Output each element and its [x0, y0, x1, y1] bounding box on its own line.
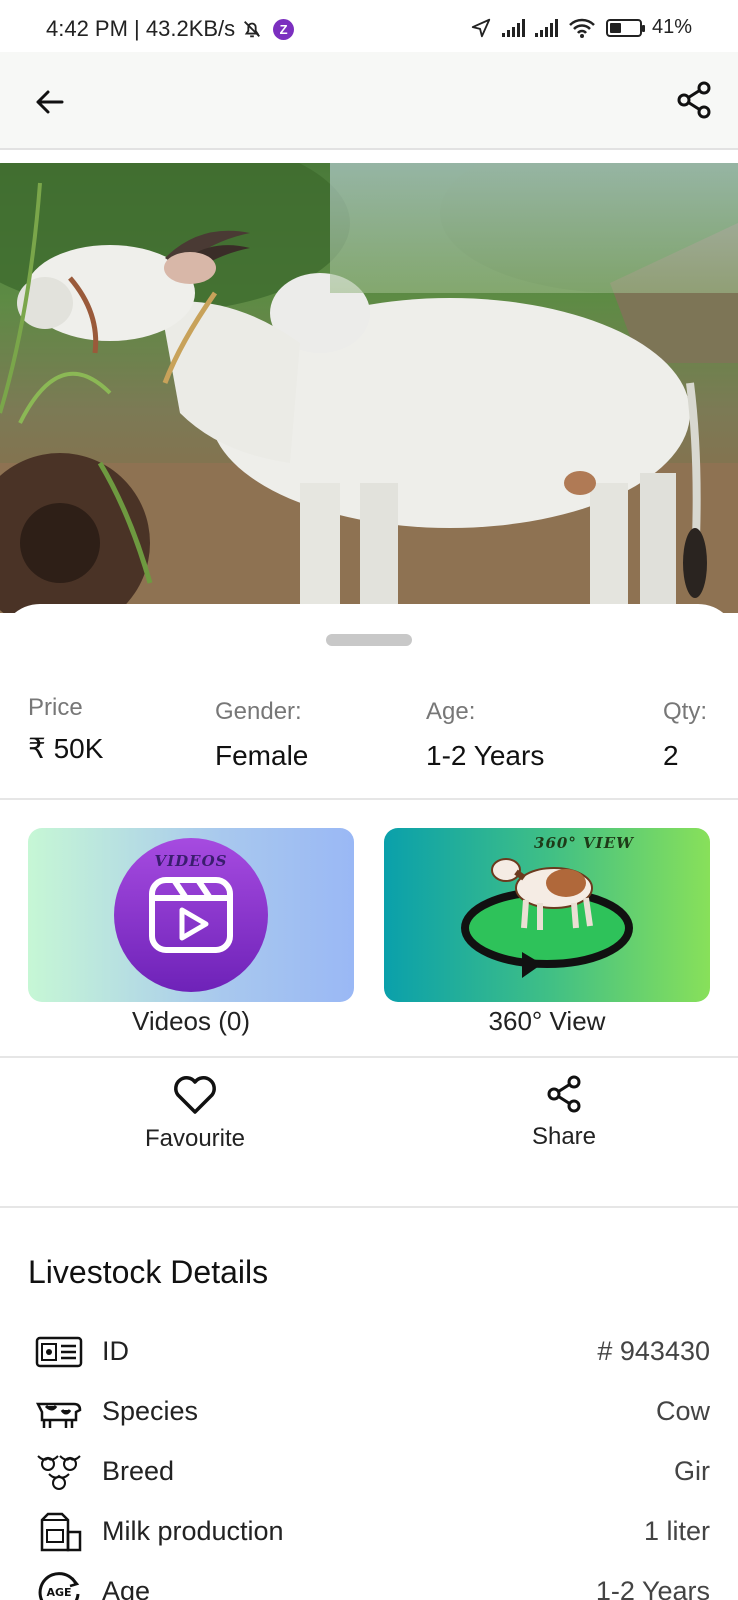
divider-2 — [0, 1056, 738, 1058]
status-bar: 4:42 PM | 43.2KB/s Z 41% — [0, 0, 738, 56]
signal-icon-2 — [534, 18, 558, 37]
detail-row-id: ID # 943430 — [0, 1326, 738, 1376]
view360-label[interactable]: 360° View — [384, 1006, 710, 1037]
videos-card-text: VIDEOS — [154, 852, 228, 870]
wifi-icon — [569, 18, 595, 38]
age-value: 1-2 Years — [426, 740, 545, 771]
view360-card-text: 360° VIEW — [534, 834, 634, 852]
price-label: Price — [28, 694, 83, 721]
gender-value: Female — [215, 740, 309, 771]
mute-bell-icon — [244, 21, 261, 38]
location-icon — [471, 18, 491, 37]
qty-label: Qty: — [663, 698, 708, 725]
detail-row-species: Species Cow — [0, 1386, 738, 1436]
gender-stat: Gender: Female — [215, 698, 308, 772]
age-stat: Age: 1-2 Years — [426, 698, 544, 772]
favourite-label: Favourite — [144, 1125, 246, 1152]
age-label: Age: — [426, 698, 476, 725]
share-icon — [677, 81, 711, 119]
cattle-heads-icon — [37, 1455, 81, 1490]
detail-key-age: Age — [102, 1576, 151, 1600]
details-sheet: Price ₹ 50K Gender: Female Age: 1-2 Year… — [0, 604, 738, 1600]
detail-value-milk: 1 liter — [643, 1516, 710, 1546]
view360-card[interactable]: 360° VIEW — [384, 828, 710, 1002]
detail-value-age: 1-2 Years — [595, 1576, 710, 1600]
summary-stats: Price ₹ 50K Gender: Female Age: 1-2 Year… — [0, 694, 738, 804]
signal-icon-1 — [501, 18, 525, 37]
price-stat: Price ₹ 50K — [28, 694, 103, 765]
qty-stat: Qty: 2 — [663, 698, 707, 772]
back-button[interactable] — [30, 82, 70, 122]
detail-key-milk: Milk production — [102, 1516, 284, 1546]
qty-value: 2 — [663, 740, 679, 771]
share-button[interactable]: Share — [464, 1074, 664, 1151]
favourite-button[interactable]: Favourite — [95, 1074, 295, 1153]
status-right: 41% — [470, 16, 692, 39]
gender-label: Gender: — [215, 698, 302, 725]
status-time-speed: 4:42 PM | 43.2KB/s — [46, 16, 236, 41]
status-left: 4:42 PM | 43.2KB/s Z — [46, 16, 295, 42]
share-icon — [547, 1075, 581, 1113]
videos-label[interactable]: Videos (0) — [28, 1006, 354, 1037]
divider-1 — [0, 798, 738, 800]
z-app-icon: Z — [273, 18, 295, 40]
milk-carton-icon — [40, 1512, 82, 1552]
battery-text: 41% — [651, 16, 692, 38]
battery-icon — [605, 18, 645, 37]
detail-value-id: # 943430 — [597, 1336, 710, 1366]
detail-row-milk: Milk production 1 liter — [0, 1506, 738, 1556]
detail-value-breed: Gir — [674, 1456, 710, 1486]
svg-text:AGE: AGE — [46, 1586, 71, 1599]
detail-value-species: Cow — [655, 1396, 710, 1426]
price-value: ₹ 50K — [28, 733, 104, 764]
details-title: Livestock Details — [28, 1254, 269, 1290]
videos-card[interactable]: VIDEOS — [28, 828, 354, 1002]
detail-key-species: Species — [102, 1396, 199, 1426]
divider-3 — [0, 1206, 738, 1208]
id-card-icon — [35, 1336, 83, 1368]
detail-key-id: ID — [102, 1336, 129, 1366]
detail-key-breed: Breed — [102, 1456, 175, 1486]
livestock-photo[interactable] — [0, 163, 738, 613]
cow-icon — [35, 1402, 82, 1428]
detail-row-breed: Breed Gir — [0, 1446, 738, 1496]
drag-handle[interactable] — [326, 634, 412, 646]
heart-icon — [174, 1076, 216, 1114]
detail-row-age: AGE Age 1-2 Years — [0, 1566, 738, 1600]
share-button-top[interactable] — [674, 80, 714, 120]
photo-sky — [330, 163, 738, 293]
back-arrow-icon — [36, 90, 64, 114]
share-label: Share — [531, 1123, 597, 1150]
top-toolbar — [0, 52, 738, 150]
view360-icon — [461, 858, 633, 978]
battery-fill — [609, 22, 621, 33]
age-icon: AGE — [38, 1572, 80, 1600]
